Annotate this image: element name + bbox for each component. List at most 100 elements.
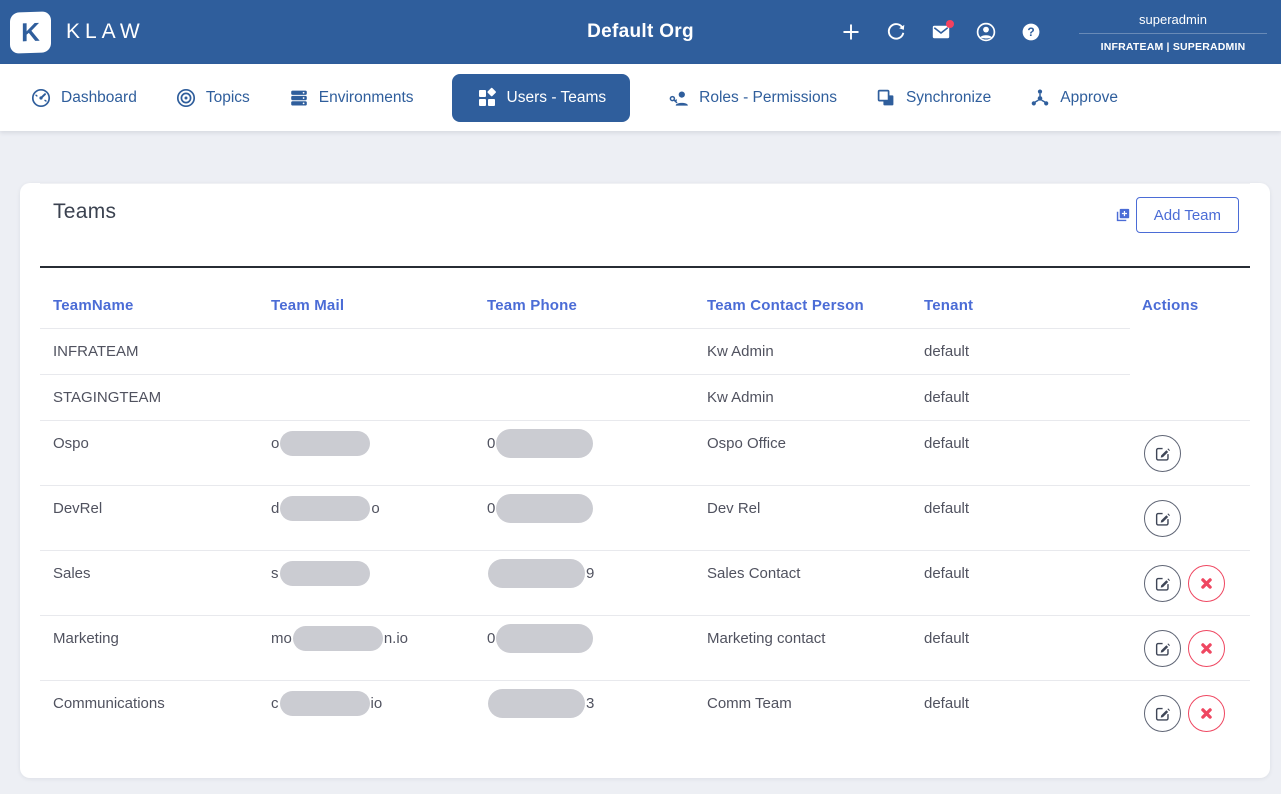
teams-card: Teams Add Team TeamName Team Mail Team Pho… [20, 183, 1270, 778]
team-phone-cell [474, 329, 694, 374]
team-contact-cell: Kw Admin [707, 389, 774, 406]
refresh-icon [885, 21, 907, 43]
actions-cell [1129, 616, 1250, 680]
team-mail-cell: o [258, 421, 474, 485]
column-header-teamname: TeamName [53, 297, 134, 314]
nav-item-users-teams[interactable]: Users - Teams [451, 73, 631, 122]
team-mail-cell [258, 329, 474, 374]
users-teams-icon [476, 87, 498, 109]
redacted-value [496, 623, 594, 653]
redacted-value [279, 690, 370, 716]
edit-team-button[interactable] [1144, 564, 1181, 602]
edit-team-button[interactable] [1144, 434, 1181, 472]
column-header-team-phone: Team Phone [487, 297, 578, 314]
nav-item-approve[interactable]: Approve [1029, 87, 1118, 109]
nav-item-label: Synchronize [905, 88, 992, 106]
svg-text:?: ? [1027, 25, 1034, 39]
edit-team-button[interactable] [1144, 694, 1181, 732]
team-name-cell: Marketing [53, 629, 119, 647]
column-header-team-mail: Team Mail [271, 297, 345, 314]
klaw-logo-icon: K [10, 10, 51, 54]
redacted-value [496, 493, 594, 523]
header-actions: ? [839, 20, 1043, 44]
account-button[interactable] [974, 20, 998, 44]
table-row: Marketing mo n.io 0 Marketing contact default [40, 616, 1250, 680]
nav-item-dashboard[interactable]: Dashboard [30, 87, 137, 109]
user-name: superadmin [1079, 12, 1267, 34]
table-row: INFRATEAM Kw Admin default [40, 329, 1250, 374]
column-header-actions: Actions [1142, 297, 1199, 314]
delete-x-icon [1198, 705, 1215, 722]
redacted-value [280, 495, 371, 521]
account-icon [975, 21, 997, 43]
tenant-cell: default [924, 694, 970, 712]
team-contact-cell: Sales Contact [707, 564, 801, 582]
tenant-cell: default [924, 564, 970, 582]
edit-team-button[interactable] [1144, 499, 1181, 537]
redacted-suffix: o [371, 499, 380, 517]
team-phone-cell: 9 [474, 551, 694, 615]
column-header-tenant: Tenant [924, 297, 974, 314]
nav-item-topics[interactable]: Topics [175, 87, 250, 109]
team-phone-cell: 0 [474, 421, 694, 485]
help-button[interactable]: ? [1019, 20, 1043, 44]
team-name-cell: INFRATEAM [53, 343, 139, 360]
team-contact-cell: Marketing contact [707, 629, 826, 647]
actions-cell [1129, 486, 1250, 550]
redacted-suffix: io [370, 694, 383, 712]
table-header-row: TeamName Team Mail Team Phone Team Contact … [40, 268, 1250, 328]
redacted-prefix: mo [271, 629, 292, 647]
nav-item-roles-permissions[interactable]: Roles - Permissions [668, 87, 837, 109]
add-team-icon [1115, 207, 1131, 223]
redacted-prefix: 0 [487, 434, 496, 452]
team-phone-cell: 3 [474, 681, 694, 745]
team-mail-cell: mo n.io [258, 616, 474, 680]
redacted-prefix: 0 [487, 629, 496, 647]
nav-item-label: Dashboard [61, 88, 137, 106]
tenant-cell: default [924, 434, 970, 452]
team-contact-cell: Comm Team [707, 694, 792, 712]
add-team-button[interactable]: Add Team [1135, 197, 1239, 233]
redacted-value [280, 430, 371, 456]
plus-icon [840, 21, 862, 43]
topics-icon [175, 87, 197, 109]
delete-team-button[interactable] [1188, 694, 1225, 732]
column-header-team-contact-person: Team Contact Person [707, 297, 864, 314]
add-button[interactable] [839, 20, 863, 44]
actions-cell [1129, 551, 1250, 615]
delete-team-button[interactable] [1188, 629, 1225, 667]
nav-item-synchronize[interactable]: Synchronize [875, 87, 991, 109]
environments-icon [288, 87, 310, 109]
team-name-cell: Sales [53, 564, 91, 582]
team-mail-cell [258, 375, 474, 420]
app-header: K KLAW Default Org ? superadmin INFRATEA… [0, 0, 1281, 64]
help-icon: ? [1020, 21, 1042, 43]
team-phone-cell: 0 [474, 486, 694, 550]
team-contact-cell: Dev Rel [707, 499, 761, 517]
refresh-button[interactable] [884, 20, 908, 44]
table-row: Communications c io 3 Comm Team default [40, 681, 1250, 745]
redacted-value [279, 560, 370, 586]
table-row: Ospo o 0 Ospo Office default [40, 421, 1250, 485]
nav-item-environments[interactable]: Environments [288, 87, 414, 109]
notification-badge [946, 20, 954, 28]
mail-button[interactable] [929, 20, 954, 44]
user-menu[interactable]: superadmin INFRATEAM | SUPERADMIN [1079, 12, 1267, 53]
team-phone-cell [474, 375, 694, 420]
nav-item-label: Roles - Permissions [699, 88, 837, 106]
team-mail-cell: c io [258, 681, 474, 745]
teams-title: Teams [53, 200, 117, 223]
main-nav: Dashboard Topics Environments Users - Teams… [0, 64, 1281, 131]
dashboard-icon [30, 87, 52, 109]
team-name-cell: DevRel [53, 499, 103, 517]
nav-item-label: Users - Teams [506, 88, 607, 106]
tenant-cell: default [924, 343, 970, 360]
actions-cell [1129, 375, 1250, 420]
brand-name: KLAW [66, 20, 145, 43]
delete-team-button[interactable] [1188, 564, 1225, 602]
team-name-cell: STAGINGTEAM [53, 389, 162, 406]
edit-team-button[interactable] [1144, 629, 1181, 667]
brand-logo[interactable]: K KLAW [10, 10, 145, 54]
redacted-value [496, 428, 594, 458]
user-context: INFRATEAM | SUPERADMIN [1100, 40, 1246, 53]
